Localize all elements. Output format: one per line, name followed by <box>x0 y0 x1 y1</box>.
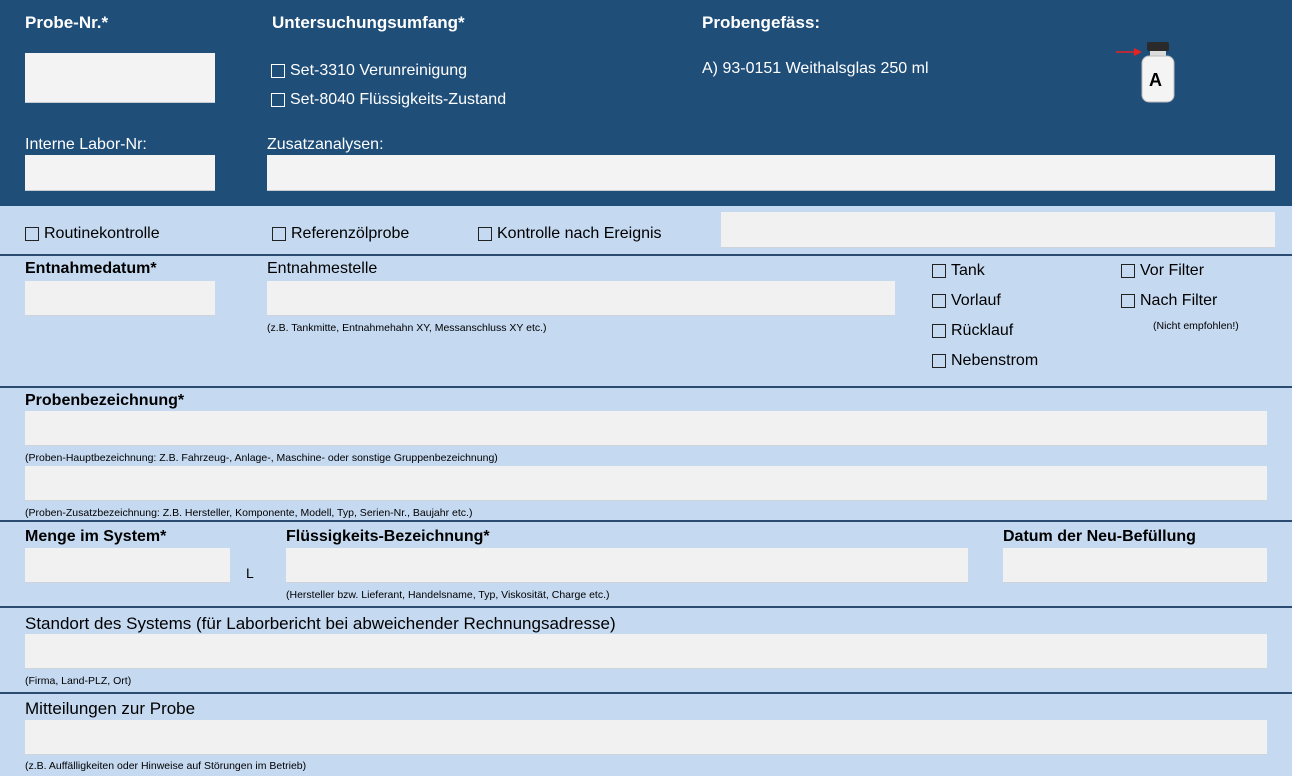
probe-nr-input[interactable] <box>25 53 215 103</box>
probenbezeichnung-main-input[interactable] <box>25 411 1267 446</box>
interne-labor-label: Interne Labor-Nr: <box>25 136 147 153</box>
entnahmedatum-label: Entnahmedatum* <box>25 260 157 277</box>
checkbox-box[interactable] <box>932 324 946 338</box>
fluessigkeit-input[interactable] <box>286 548 968 583</box>
nebenstrom-label: Nebenstrom <box>951 352 1039 369</box>
vor-filter-label: Vor Filter <box>1140 262 1205 279</box>
entnahmestelle-input[interactable] <box>267 281 895 316</box>
set-3310-checkbox[interactable]: Set-3310 Verunreinigung <box>271 62 467 80</box>
checkbox-box[interactable] <box>932 264 946 278</box>
probenbezeichnung-extra-hint: (Proben-Zusatzbezeichnung: Z.B. Herstell… <box>25 507 473 519</box>
checkbox-box[interactable] <box>1121 294 1135 308</box>
nach-filter-checkbox[interactable]: Nach Filter <box>1121 292 1217 310</box>
probengefaess-label: Probengefäss: <box>702 13 821 32</box>
set-8040-label: Set-8040 Flüssigkeits-Zustand <box>290 91 507 108</box>
mitteilungen-label: Mitteilungen zur Probe <box>25 699 196 718</box>
routine-checkbox[interactable]: Routinekontrolle <box>25 225 160 243</box>
checkbox-box[interactable] <box>272 227 286 241</box>
neu-befuellung-input[interactable] <box>1003 548 1267 583</box>
checkbox-box[interactable] <box>1121 264 1135 278</box>
neu-befuellung-label: Datum der Neu-Befüllung <box>1003 528 1196 545</box>
referenz-label: Referenzölprobe <box>291 225 410 242</box>
zusatzanalysen-input[interactable] <box>267 155 1275 191</box>
entnahmestelle-label: Entnahmestelle <box>267 260 378 277</box>
set-8040-checkbox[interactable]: Set-8040 Flüssigkeits-Zustand <box>271 91 506 109</box>
zusatzanalysen-label: Zusatzanalysen: <box>267 136 384 153</box>
ereignis-input[interactable] <box>721 212 1275 248</box>
vorlauf-checkbox[interactable]: Vorlauf <box>932 292 1001 310</box>
entnahmedatum-input[interactable] <box>25 281 215 316</box>
vor-filter-checkbox[interactable]: Vor Filter <box>1121 262 1204 280</box>
nebenstrom-checkbox[interactable]: Nebenstrom <box>932 352 1038 370</box>
nach-filter-label: Nach Filter <box>1140 292 1218 309</box>
probe-nr-label: Probe-Nr.* <box>25 13 109 32</box>
interne-labor-input[interactable] <box>25 155 215 191</box>
tank-label: Tank <box>951 262 985 279</box>
entnahmestelle-hint: (z.B. Tankmitte, Entnahmehahn XY, Messan… <box>267 322 547 334</box>
routine-label: Routinekontrolle <box>44 225 160 242</box>
ruecklauf-label: Rücklauf <box>951 322 1014 339</box>
mitteilungen-input[interactable] <box>25 720 1267 755</box>
checkbox-box[interactable] <box>932 294 946 308</box>
menge-input[interactable] <box>25 548 230 583</box>
jar-letter: A <box>1149 70 1162 90</box>
fluessigkeit-hint: (Hersteller bzw. Lieferant, Handelsname,… <box>286 589 610 601</box>
standort-hint: (Firma, Land-PLZ, Ort) <box>25 675 132 687</box>
vorlauf-label: Vorlauf <box>951 292 1001 309</box>
probenbezeichnung-extra-input[interactable] <box>25 466 1267 501</box>
probenbezeichnung-main-hint: (Proben-Hauptbezeichnung: Z.B. Fahrzeug-… <box>25 452 498 464</box>
standort-label: Standort des Systems (für Laborbericht b… <box>25 614 616 633</box>
nach-filter-hint: (Nicht empfohlen!) <box>1153 320 1239 332</box>
checkbox-box[interactable] <box>478 227 492 241</box>
container-a-label: A) 93-0151 Weithalsglas 250 ml <box>702 60 929 77</box>
arrow-icon <box>1116 48 1142 56</box>
checkbox-box[interactable] <box>271 64 285 78</box>
sampling-section <box>0 254 1292 386</box>
menge-unit: L <box>246 565 254 581</box>
menge-label: Menge im System* <box>25 528 167 545</box>
set-3310-label: Set-3310 Verunreinigung <box>290 62 468 79</box>
untersuchungsumfang-label: Untersuchungsumfang* <box>272 13 465 32</box>
mitteilungen-hint: (z.B. Auffälligkeiten oder Hinweise auf … <box>25 760 307 772</box>
standort-input[interactable] <box>25 634 1267 669</box>
checkbox-box[interactable] <box>25 227 39 241</box>
fluessigkeit-label: Flüssigkeits-Bezeichnung* <box>286 528 490 545</box>
ereignis-label: Kontrolle nach Ereignis <box>497 225 662 242</box>
checkbox-box[interactable] <box>932 354 946 368</box>
checkbox-box[interactable] <box>271 93 285 107</box>
ereignis-checkbox[interactable]: Kontrolle nach Ereignis <box>478 225 662 243</box>
probenbezeichnung-label: Probenbezeichnung* <box>25 392 185 409</box>
referenz-checkbox[interactable]: Referenzölprobe <box>272 225 409 243</box>
ruecklauf-checkbox[interactable]: Rücklauf <box>932 322 1013 340</box>
tank-checkbox[interactable]: Tank <box>932 262 985 280</box>
